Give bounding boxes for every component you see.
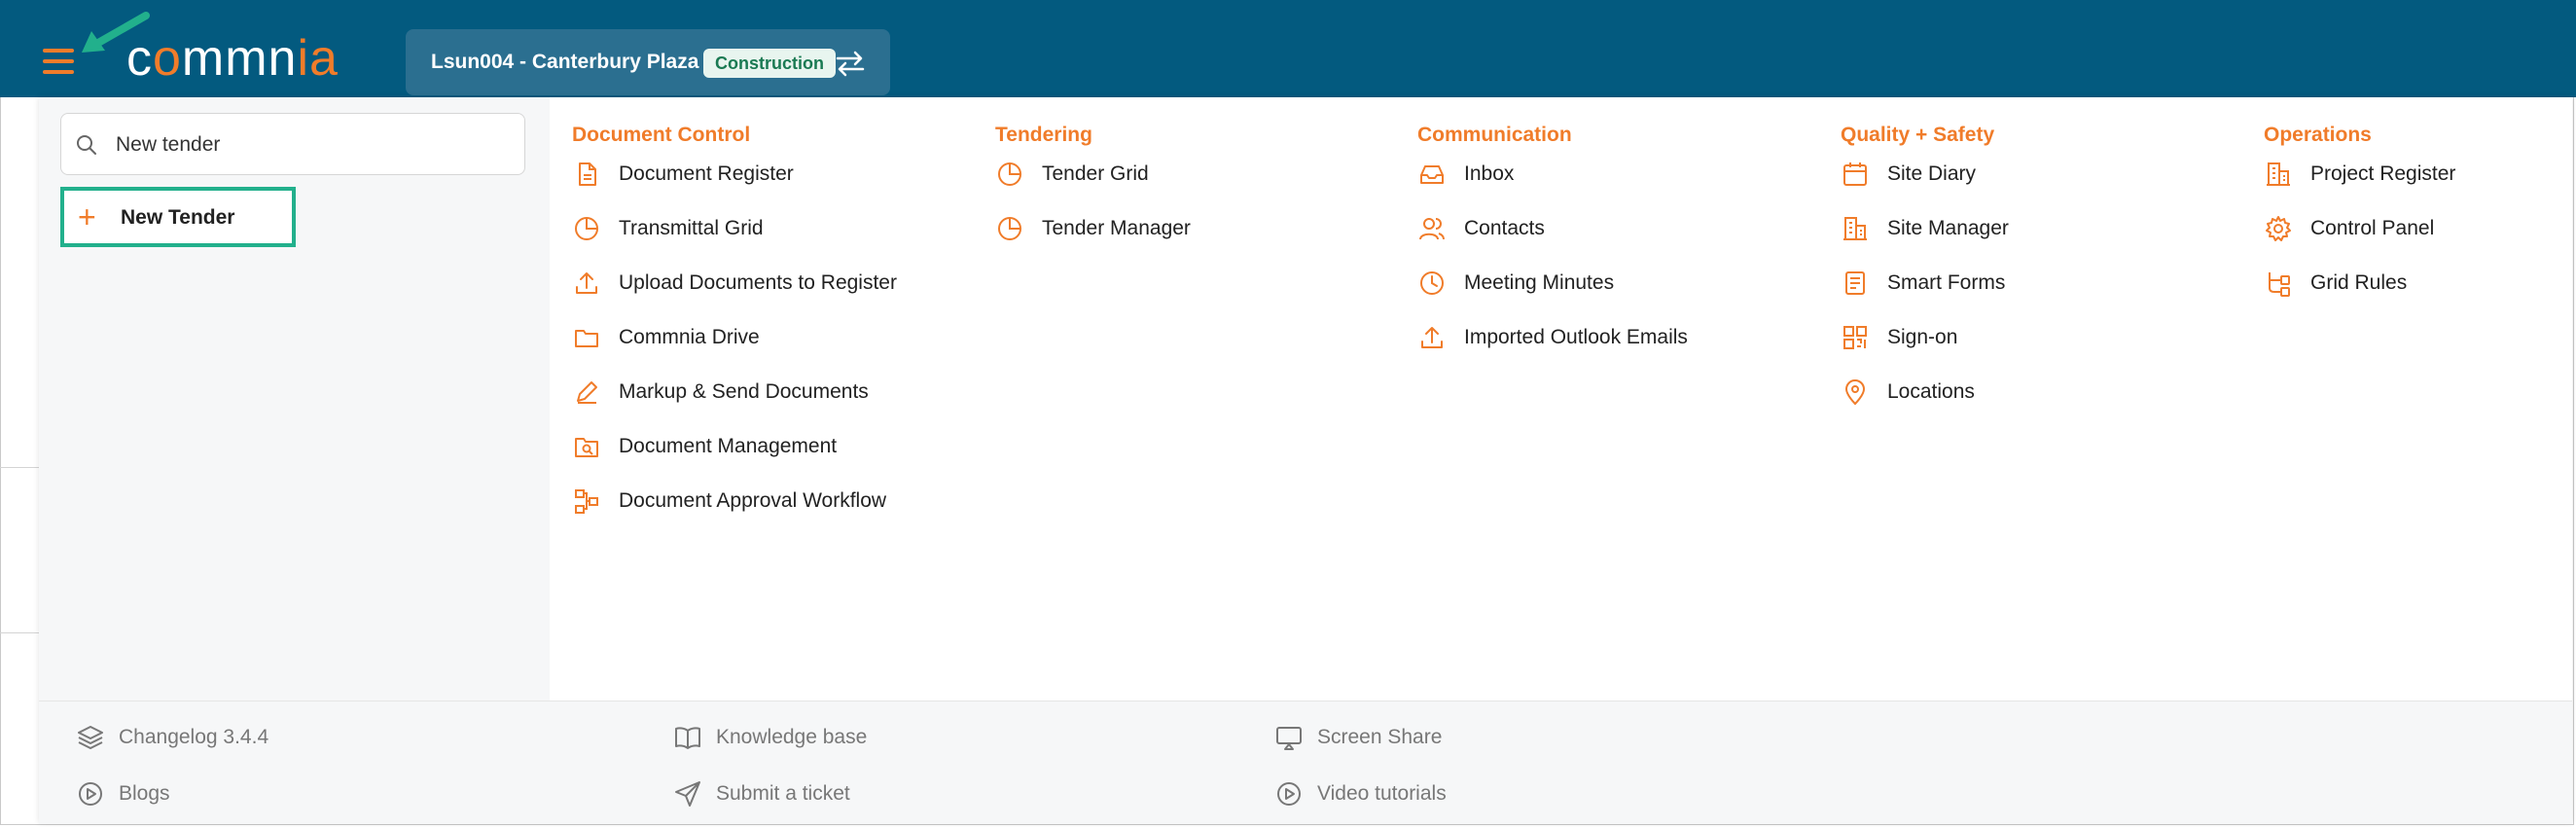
menu-item-document-management[interactable]: Document Management — [572, 434, 897, 488]
pie-chart-icon — [998, 217, 1021, 240]
menu-item-document-register[interactable]: Document Register — [572, 162, 897, 216]
folder-icon — [575, 330, 598, 347]
pie-chart-icon — [575, 217, 598, 240]
menu-item-transmittal-grid[interactable]: Transmittal Grid — [572, 216, 897, 270]
menu-search-box[interactable] — [60, 113, 525, 175]
menu-item-locations[interactable]: Locations — [1841, 379, 2009, 434]
background-divider — [0, 467, 39, 468]
menu-item-markup-send[interactable]: Markup & Send Documents — [572, 379, 897, 434]
folder-search-icon — [575, 438, 598, 457]
background-divider — [0, 632, 39, 633]
upload-icon — [576, 272, 597, 294]
column-heading: Document Control — [572, 124, 751, 146]
workflow-icon — [575, 489, 598, 514]
project-type-badge: Construction — [703, 49, 836, 78]
calendar-icon — [1843, 162, 1867, 186]
footer-link-screen-share[interactable]: Screen Share — [1274, 723, 1442, 752]
menu-item-contacts[interactable]: Contacts — [1417, 216, 1688, 270]
rules-icon — [2269, 272, 2290, 297]
menu-item-document-approval[interactable]: Document Approval Workflow — [572, 488, 897, 543]
pen-icon — [577, 381, 597, 404]
search-input[interactable] — [114, 126, 507, 164]
users-icon — [1419, 218, 1445, 240]
menu-item-meeting-minutes[interactable]: Meeting Minutes — [1417, 270, 1688, 325]
menu-footer: Changelog 3.4.4 Blogs Knowledge base Sub… — [39, 701, 2572, 824]
document-icon — [579, 162, 596, 186]
upload-icon — [1421, 327, 1443, 348]
search-result-label: New Tender — [121, 206, 235, 229]
search-icon — [77, 135, 96, 155]
mega-menu: + New Tender Document Control Document R… — [39, 97, 2572, 824]
project-name: Lsun004 - Canterbury Plaza — [431, 51, 699, 73]
menu-item-inbox[interactable]: Inbox — [1417, 162, 1688, 216]
menu-item-site-manager[interactable]: Site Manager — [1841, 216, 2009, 270]
menu-item-tender-grid[interactable]: Tender Grid — [995, 162, 1191, 216]
footer-link-video-tutorials[interactable]: Video tutorials — [1274, 779, 1447, 809]
search-result-new-tender[interactable]: + New Tender — [60, 187, 296, 247]
layers-icon — [78, 726, 103, 749]
clock-icon — [1420, 271, 1444, 295]
footer-link-submit-ticket[interactable]: Submit a ticket — [673, 779, 850, 809]
swap-arrows-icon[interactable] — [834, 49, 867, 78]
column-heading: Communication — [1417, 124, 1572, 146]
menu-item-project-register[interactable]: Project Register — [2264, 162, 2455, 216]
menu-column-quality-safety: Quality + Safety Site Diary Site Manager… — [1841, 123, 2009, 434]
footer-link-blogs[interactable]: Blogs — [76, 779, 170, 809]
commnia-logo[interactable]: commnia — [126, 31, 339, 86]
menu-item-imported-outlook-emails[interactable]: Imported Outlook Emails — [1417, 325, 1688, 379]
footer-link-changelog[interactable]: Changelog 3.4.4 — [76, 723, 268, 752]
search-panel: + New Tender — [39, 97, 550, 701]
hamburger-menu-icon[interactable] — [43, 49, 74, 74]
project-switcher[interactable]: Lsun004 - Canterbury Plaza Construction — [406, 29, 890, 95]
menu-item-tender-manager[interactable]: Tender Manager — [995, 216, 1191, 270]
menu-item-grid-rules[interactable]: Grid Rules — [2264, 270, 2455, 325]
column-heading: Quality + Safety — [1841, 124, 1995, 146]
play-circle-icon — [79, 782, 102, 806]
menu-item-site-diary[interactable]: Site Diary — [1841, 162, 2009, 216]
menu-item-sign-on[interactable]: Sign-on — [1841, 325, 2009, 379]
column-heading: Operations — [2264, 124, 2372, 146]
menu-item-smart-forms[interactable]: Smart Forms — [1841, 270, 2009, 325]
menu-item-commnia-drive[interactable]: Commnia Drive — [572, 325, 897, 379]
inbox-icon — [1420, 165, 1444, 184]
top-bar: commnia Lsun004 - Canterbury Plaza Const… — [0, 0, 2576, 97]
menu-column-document-control: Document Control Document Register Trans… — [572, 123, 897, 543]
pie-chart-icon — [998, 162, 1021, 186]
column-heading: Tendering — [995, 124, 1092, 146]
gear-icon — [2266, 216, 2291, 241]
play-circle-icon — [1277, 782, 1301, 806]
menu-item-upload-documents[interactable]: Upload Documents to Register — [572, 270, 897, 325]
form-icon — [1845, 271, 1865, 295]
menu-column-communication: Communication Inbox Contacts Meeting Min… — [1417, 123, 1688, 379]
book-icon — [675, 727, 700, 749]
building-icon — [2267, 162, 2290, 186]
menu-column-operations: Operations Project Register Control Pane… — [2264, 123, 2455, 325]
menu-item-control-panel[interactable]: Control Panel — [2264, 216, 2455, 270]
qr-code-icon — [1843, 326, 1867, 349]
screen-share-icon — [1276, 727, 1302, 750]
building-icon — [1843, 217, 1867, 240]
map-pin-icon — [1844, 379, 1866, 406]
menu-column-tendering: Tendering Tender Grid Tender Manager — [995, 123, 1191, 270]
plus-icon: + — [78, 199, 96, 234]
footer-link-knowledge-base[interactable]: Knowledge base — [673, 723, 867, 752]
send-icon — [675, 781, 700, 807]
